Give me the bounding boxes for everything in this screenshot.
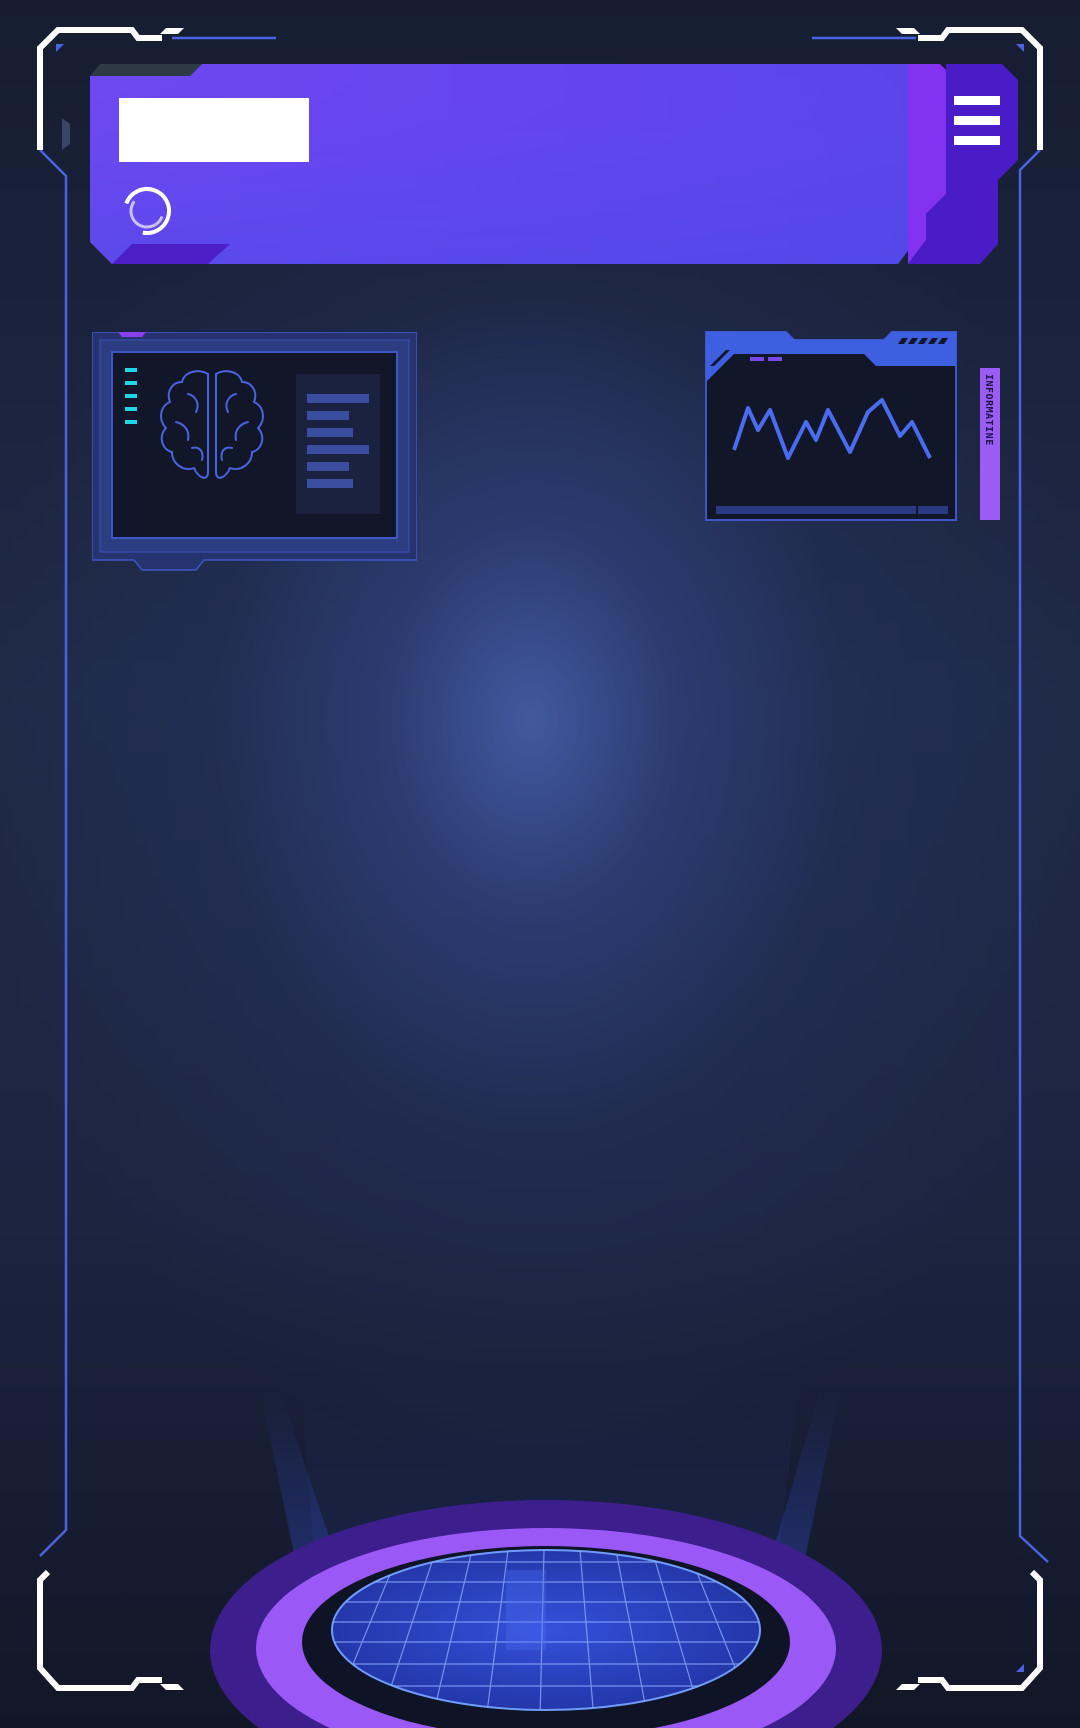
loading-spinner-icon [123, 187, 171, 235]
hologram-platform [210, 1370, 882, 1728]
header-banner [90, 64, 1018, 264]
side-tab-label: INFORMATINE [983, 374, 994, 446]
info-side-tab[interactable]: INFORMATINE [980, 368, 1000, 520]
app-screen: INFORMATINE [0, 0, 1080, 1728]
brain-panel[interactable] [92, 332, 417, 577]
page-title [119, 98, 309, 162]
line-chart-panel[interactable] [704, 330, 958, 522]
hamburger-menu-icon[interactable] [954, 96, 1000, 150]
